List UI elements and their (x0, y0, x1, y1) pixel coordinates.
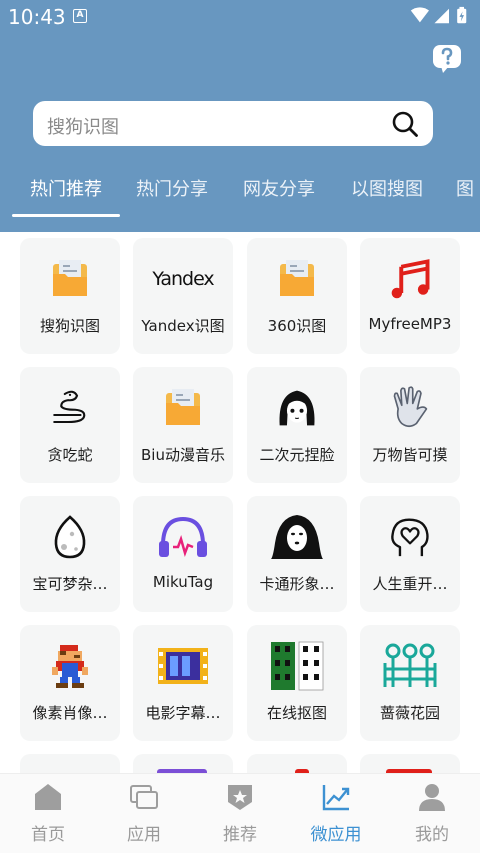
nav-label: 我的 (415, 825, 449, 845)
app-label: 宝可梦杂… (32, 575, 108, 593)
tab-hot-share[interactable]: 热门分享 (136, 175, 208, 201)
mask-icon (269, 514, 325, 560)
hand-icon (389, 385, 431, 431)
nav-label: 微应用 (310, 825, 362, 845)
signal-icon (434, 8, 449, 24)
app-label: 卡通形象… (259, 575, 335, 593)
app-header: 10:43 A 搜狗识图 热门推荐 热门分享 网友分享 以图搜图 图 (0, 0, 480, 232)
app-label: 360识图 (267, 317, 327, 335)
help-button[interactable] (432, 44, 462, 74)
app-card-partial[interactable] (20, 754, 120, 773)
folder-icon (49, 256, 91, 302)
tab-image-search[interactable]: 以图搜图 (351, 175, 423, 201)
app-label: Biu动漫音乐 (141, 446, 225, 464)
nav-profile[interactable]: 我的 (384, 774, 480, 854)
system-status-icons (410, 6, 467, 24)
status-bar: 10:43 A (0, 0, 480, 34)
app-card[interactable]: 宝可梦杂… (20, 496, 120, 612)
app-grid: 搜狗识图 Yandex Yandex识图 360识图 MyfreeMP3 贪吃蛇… (0, 232, 480, 773)
app-label: 人生重开… (372, 575, 448, 593)
app-card[interactable]: MikuTag (133, 496, 233, 612)
head-heart-icon (389, 514, 431, 560)
app-label: MyfreeMP3 (368, 315, 452, 333)
app-label: 贪吃蛇 (47, 446, 93, 464)
app-card[interactable]: 电影字幕… (133, 625, 233, 741)
status-time: 10:43 (8, 5, 66, 29)
film-strip-icon (155, 643, 211, 689)
tab-hot-recommend[interactable]: 热门推荐 (30, 175, 102, 201)
trend-chart-icon (322, 785, 350, 811)
anime-face-icon (276, 385, 318, 431)
app-card[interactable]: 卡通形象… (247, 496, 347, 612)
home-icon (35, 784, 61, 810)
app-card-partial[interactable] (133, 754, 233, 773)
app-card-partial[interactable] (247, 754, 347, 773)
app-card[interactable]: 二次元捏脸 (247, 367, 347, 483)
app-card[interactable]: 360识图 (247, 238, 347, 354)
app-label: 二次元捏脸 (259, 446, 335, 464)
app-label: 蔷薇花园 (379, 704, 440, 722)
wifi-icon (410, 7, 429, 23)
app-label: 像素肖像… (32, 704, 108, 722)
app-card[interactable]: 万物皆可摸 (360, 367, 460, 483)
app-card[interactable]: 贪吃蛇 (20, 367, 120, 483)
bottom-navigation: 首页 应用 推荐 微应用 我的 (0, 773, 480, 853)
app-card[interactable]: 搜狗识图 (20, 238, 120, 354)
yandex-logo: Yandex (152, 268, 214, 290)
folder-icon (276, 256, 318, 302)
apps-icon (130, 785, 158, 809)
app-card[interactable]: Biu动漫音乐 (133, 367, 233, 483)
active-tab-indicator (12, 214, 120, 217)
app-card[interactable]: 像素肖像… (20, 625, 120, 741)
app-card[interactable]: 在线抠图 (247, 625, 347, 741)
app-label: 搜狗识图 (39, 317, 100, 335)
notification-badge: A (73, 9, 87, 23)
badge-star-icon (228, 785, 252, 810)
cutout-strip-icon (267, 641, 327, 691)
search-bar[interactable]: 搜狗识图 (33, 101, 433, 146)
headphones-icon (157, 514, 209, 560)
garden-icon (380, 643, 440, 689)
app-label: 万物皆可摸 (372, 446, 448, 464)
category-tabs: 热门推荐 热门分享 网友分享 以图搜图 图 (0, 160, 480, 220)
profile-icon (419, 784, 445, 811)
app-card[interactable]: 蔷薇花园 (360, 625, 460, 741)
app-card[interactable]: 人生重开… (360, 496, 460, 612)
tab-user-share[interactable]: 网友分享 (243, 175, 315, 201)
pixel-character-icon (49, 643, 91, 689)
nav-home[interactable]: 首页 (0, 774, 96, 854)
egg-icon (49, 514, 91, 560)
nav-label: 首页 (31, 825, 65, 845)
search-input[interactable]: 搜狗识图 (47, 113, 119, 139)
app-card[interactable]: Yandex Yandex识图 (133, 238, 233, 354)
nav-micro-apps[interactable]: 微应用 (288, 774, 384, 854)
app-card-partial[interactable] (360, 754, 460, 773)
search-icon[interactable] (391, 110, 419, 138)
question-bubble-icon (433, 45, 461, 73)
folder-icon (162, 385, 204, 431)
nav-label: 推荐 (223, 825, 257, 845)
app-label: 电影字幕… (145, 704, 221, 722)
app-label: MikuTag (152, 573, 214, 591)
snake-icon (49, 385, 91, 431)
tab-more[interactable]: 图 (456, 175, 474, 201)
nav-apps[interactable]: 应用 (96, 774, 192, 854)
app-card[interactable]: MyfreeMP3 (360, 238, 460, 354)
app-label: Yandex识图 (141, 317, 225, 335)
nav-recommend[interactable]: 推荐 (192, 774, 288, 854)
music-note-icon (389, 256, 431, 302)
app-label: 在线抠图 (266, 704, 327, 722)
nav-label: 应用 (127, 825, 161, 845)
